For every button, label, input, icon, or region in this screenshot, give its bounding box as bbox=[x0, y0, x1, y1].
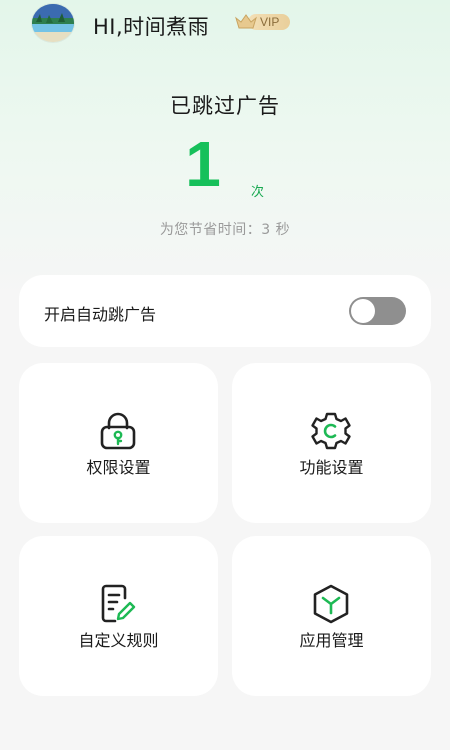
toggle-knob bbox=[351, 299, 375, 323]
crown-icon bbox=[235, 14, 257, 29]
tile-label: 功能设置 bbox=[299, 458, 364, 477]
vip-badge-label: VIP bbox=[260, 15, 280, 29]
landscape-avatar-icon bbox=[32, 4, 74, 42]
auto-skip-card: 开启自动跳广告 bbox=[19, 275, 431, 347]
tile-app-management[interactable]: 应用管理 bbox=[232, 536, 431, 696]
avatar[interactable] bbox=[32, 4, 74, 42]
auto-skip-toggle[interactable] bbox=[349, 297, 406, 325]
gear-icon bbox=[310, 411, 352, 451]
tile-custom-rules[interactable]: 自定义规则 bbox=[19, 536, 218, 696]
saved-time-text: 为您节省时间：3 秒 bbox=[159, 222, 291, 238]
document-edit-icon bbox=[97, 584, 139, 624]
header: HI,时间煮雨 VIP bbox=[0, 0, 450, 52]
vip-badge[interactable]: VIP bbox=[234, 12, 290, 32]
skipped-ads-title: 已跳过广告 bbox=[170, 94, 280, 118]
auto-skip-label: 开启自动跳广告 bbox=[44, 305, 157, 324]
tile-permission-settings[interactable]: 权限设置 bbox=[19, 363, 218, 523]
cube-icon bbox=[310, 584, 352, 624]
username: HI,时间煮雨 bbox=[93, 15, 210, 39]
tile-label: 权限设置 bbox=[86, 458, 151, 477]
tile-feature-settings[interactable]: 功能设置 bbox=[232, 363, 431, 523]
skipped-ads-count: 1 bbox=[185, 128, 221, 200]
lock-key-icon bbox=[97, 411, 139, 451]
tile-label: 应用管理 bbox=[299, 631, 364, 650]
skipped-ads-unit: 次 bbox=[251, 185, 265, 200]
tile-label: 自定义规则 bbox=[78, 631, 159, 650]
